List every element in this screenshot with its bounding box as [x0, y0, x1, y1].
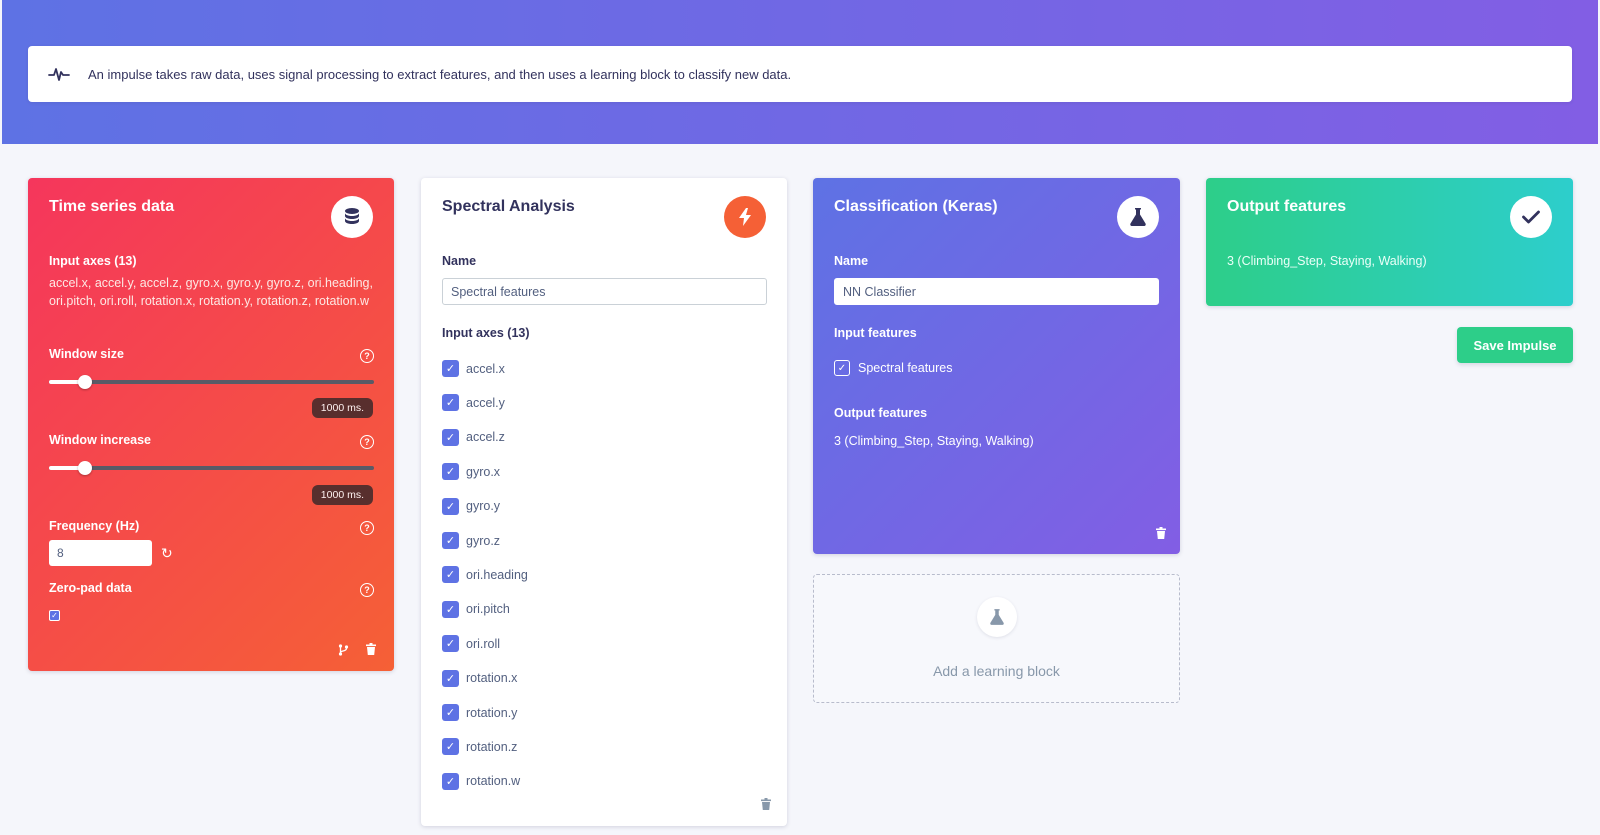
zero-pad-label: Zero-pad data [49, 581, 132, 595]
output-features-block: Output features 3 (Climbing_Step, Stayin… [1206, 178, 1573, 306]
axis-checkbox-row[interactable]: ✓ rotation.x [442, 669, 518, 687]
frequency-label: Frequency (Hz) [49, 519, 140, 533]
axis-checkbox-row[interactable]: ✓ gyro.z [442, 532, 500, 549]
axis-label: rotation.z [466, 739, 518, 754]
axis-checkbox-row[interactable]: ✓ ori.heading [442, 566, 528, 584]
axis-label: gyro.x [466, 464, 501, 479]
add-learning-block-label: Add a learning block [933, 663, 1060, 679]
flask-icon [1117, 196, 1159, 238]
axis-checkbox-row[interactable]: ✓ gyro.x [442, 463, 501, 481]
axis-label: gyro.z [466, 533, 501, 548]
input-feature-checkbox[interactable]: ✓ [834, 360, 850, 376]
axis-checkbox[interactable]: ✓ [442, 532, 459, 549]
axis-label: accel.y [466, 395, 505, 410]
axis-checkbox[interactable]: ✓ [442, 600, 459, 618]
window-increase-slider[interactable] [49, 461, 374, 475]
axis-checkbox[interactable]: ✓ [442, 566, 459, 584]
window-increase-label: Window increase [49, 433, 151, 447]
pulse-icon [48, 68, 70, 81]
axis-checkbox[interactable]: ✓ [442, 704, 459, 721]
spectral-input-axes-label: Input axes (13) [442, 326, 530, 340]
axis-checkbox[interactable]: ✓ [442, 428, 459, 446]
save-impulse-button[interactable]: Save Impulse [1457, 327, 1573, 363]
axis-checkbox-row[interactable]: ✓ ori.pitch [442, 600, 510, 618]
axis-checkbox-row[interactable]: ✓ rotation.w [442, 772, 521, 790]
axis-checkbox-row[interactable]: ✓ accel.y [442, 394, 505, 412]
classification-title: Classification (Keras) [834, 198, 998, 215]
output-title: Output features [1227, 198, 1347, 215]
window-size-value-badge: 1000 ms. [311, 398, 373, 418]
axis-label: rotation.x [466, 671, 518, 686]
spectral-analysis-block: Spectral Analysis Name Input axes (13) ✓… [421, 178, 787, 826]
axis-label: ori.roll [466, 636, 501, 651]
axis-label: ori.heading [466, 567, 528, 582]
axis-label: rotation.w [466, 774, 521, 789]
input-axes-label: Input axes (13) [49, 254, 137, 268]
spectral-title: Spectral Analysis [442, 198, 575, 215]
axis-checkbox-row[interactable]: ✓ rotation.z [442, 738, 518, 756]
input-feature-label: Spectral features [858, 361, 953, 375]
axis-checkbox[interactable]: ✓ [442, 497, 459, 515]
axis-checkbox-row[interactable]: ✓ accel.z [442, 428, 505, 446]
axis-label: ori.pitch [466, 602, 510, 617]
zero-pad-checkbox[interactable]: ✓ [49, 610, 60, 621]
axis-checkbox[interactable]: ✓ [442, 360, 459, 377]
input-axes-value: accel.x, accel.y, accel.z, gyro.x, gyro.… [49, 276, 373, 308]
check-icon [1510, 196, 1552, 238]
axis-checkbox[interactable]: ✓ [442, 635, 459, 653]
axis-checkbox-row[interactable]: ✓ rotation.y [442, 704, 517, 721]
window-size-help-icon[interactable]: ? [360, 349, 374, 363]
axis-checkbox[interactable]: ✓ [442, 772, 459, 790]
branch-icon[interactable] [338, 644, 349, 659]
axis-checkbox-row[interactable]: ✓ ori.roll [442, 635, 501, 653]
axis-checkbox-row[interactable]: ✓ gyro.y [442, 497, 501, 515]
window-size-label: Window size [49, 347, 124, 361]
trash-icon[interactable] [761, 798, 771, 813]
time-series-title: Time series data [49, 198, 175, 215]
classification-block: Classification (Keras) Name Input featur… [813, 178, 1180, 554]
spectral-name-label: Name [442, 254, 477, 268]
lightning-icon [724, 196, 766, 238]
axis-checkbox-row[interactable]: ✓ accel.x [442, 360, 505, 377]
impulse-info-text: An impulse takes raw data, uses signal p… [88, 66, 792, 82]
database-icon [331, 196, 373, 238]
axis-label: rotation.y [466, 705, 518, 720]
classification-name-input[interactable] [834, 278, 1159, 305]
classification-name-label: Name [834, 254, 869, 268]
zero-pad-help-icon[interactable]: ? [360, 583, 374, 597]
refresh-icon[interactable]: ↻ [161, 545, 173, 562]
output-features-value: 3 (Climbing_Step, Staying, Walking) [834, 434, 1034, 448]
axis-checkbox[interactable]: ✓ [442, 669, 459, 687]
window-increase-value-badge: 1000 ms. [311, 485, 373, 505]
output-value: 3 (Climbing_Step, Staying, Walking) [1227, 254, 1427, 268]
trash-icon[interactable] [1156, 527, 1166, 542]
frequency-input[interactable] [49, 540, 152, 566]
window-size-slider-handle[interactable] [77, 375, 92, 389]
flask-icon [977, 597, 1017, 637]
input-feature-row[interactable]: ✓ Spectral features [834, 360, 953, 376]
axis-label: accel.z [466, 430, 505, 445]
impulse-info-bar: An impulse takes raw data, uses signal p… [28, 46, 1572, 102]
input-features-label: Input features [834, 326, 917, 340]
frequency-help-icon[interactable]: ? [360, 521, 374, 535]
axis-checkbox[interactable]: ✓ [442, 463, 459, 481]
trash-icon[interactable] [366, 643, 376, 658]
window-increase-slider-handle[interactable] [77, 461, 92, 475]
spectral-name-input[interactable] [442, 278, 767, 305]
axis-label: gyro.y [466, 499, 501, 514]
add-learning-block[interactable]: Add a learning block [813, 574, 1180, 703]
axis-checkbox[interactable]: ✓ [442, 394, 459, 412]
window-size-slider[interactable] [49, 375, 374, 389]
axis-checkbox[interactable]: ✓ [442, 738, 459, 756]
output-features-label: Output features [834, 406, 928, 420]
axis-label: accel.x [466, 361, 505, 376]
window-increase-help-icon[interactable]: ? [360, 435, 374, 449]
time-series-block: Time series data Input axes (13) accel.x… [28, 178, 394, 671]
